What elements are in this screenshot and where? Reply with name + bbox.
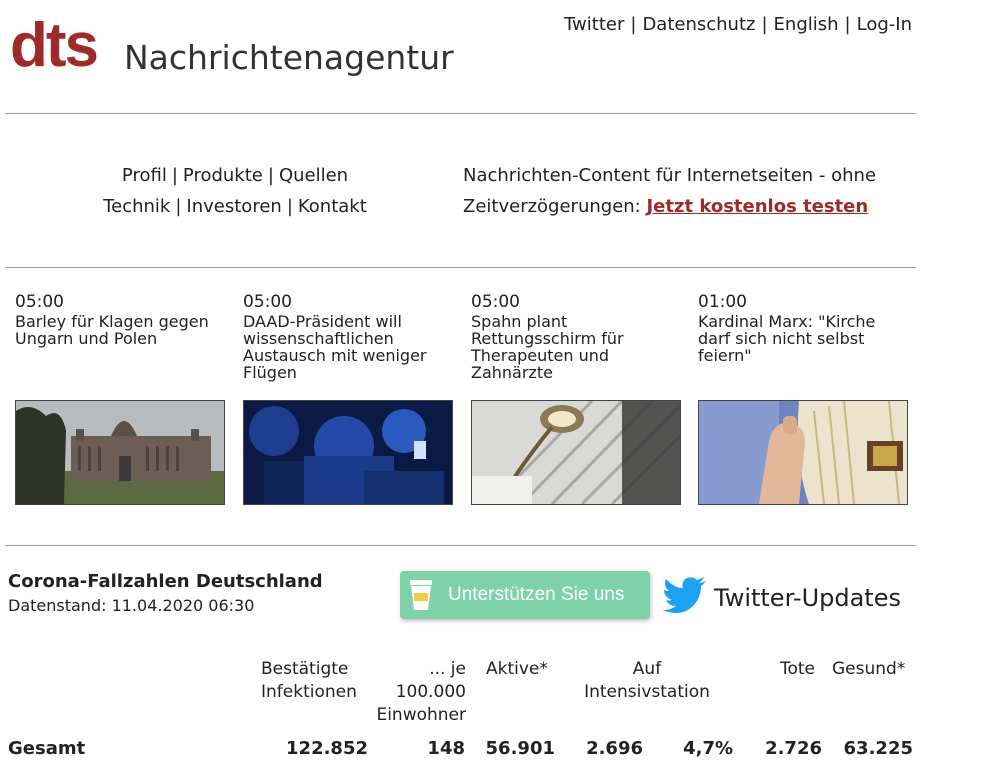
total-recovered: 63.225 xyxy=(843,738,913,759)
news-item[interactable]: 05:00 Barley für Klagen gegen Ungarn und… xyxy=(15,292,225,505)
nav-quellen[interactable]: Quellen xyxy=(279,165,348,186)
coffee-cup-icon xyxy=(408,578,434,618)
site-name: Nachrichtenagentur xyxy=(124,38,454,77)
total-active: 56.901 xyxy=(485,738,555,759)
header-line: Einwohner xyxy=(376,705,466,725)
corona-date: Datenstand: 11.04.2020 06:30 xyxy=(8,596,255,615)
promo-box: Nachrichten-Content für Internetseiten -… xyxy=(463,160,913,222)
col-icu-header: Auf Intensivstation xyxy=(577,658,717,704)
col-recovered-header: Gesund* xyxy=(832,659,906,679)
header-line: Intensivstation xyxy=(584,682,710,702)
support-us-button[interactable]: Unterstützen Sie uns xyxy=(400,571,650,619)
news-item[interactable]: 05:00 DAAD-Präsident will wissenschaftli… xyxy=(243,292,453,505)
nav-technik[interactable]: Technik xyxy=(103,196,170,217)
top-links: Twitter | Datenschutz | English | Log-In xyxy=(564,14,912,35)
twitter-link[interactable]: Twitter xyxy=(564,14,624,35)
header-line: Auf xyxy=(632,659,662,679)
nav-kontakt[interactable]: Kontakt xyxy=(298,196,367,217)
divider xyxy=(5,545,916,546)
header-line: ... je xyxy=(429,659,466,679)
nav-produkte[interactable]: Produkte xyxy=(183,165,263,186)
login-link[interactable]: Log-In xyxy=(857,14,912,35)
free-trial-link[interactable]: Jetzt kostenlos testen xyxy=(646,196,868,217)
news-image[interactable] xyxy=(243,400,453,505)
news-item[interactable]: 05:00 Spahn plant Rettungsschirm für The… xyxy=(471,292,681,505)
news-time: 01:00 xyxy=(698,292,747,312)
nav-investoren[interactable]: Investoren xyxy=(186,196,281,217)
news-time: 05:00 xyxy=(15,292,64,312)
corona-title: Corona-Fallzahlen Deutschland xyxy=(8,571,323,592)
news-image[interactable] xyxy=(15,400,225,505)
col-confirmed-header: Bestätigte Infektionen xyxy=(261,658,357,704)
twitter-bird-icon[interactable] xyxy=(662,577,707,617)
news-item[interactable]: 01:00 Kardinal Marx: "Kirche darf sich n… xyxy=(698,292,908,505)
col-active-header: Aktive* xyxy=(486,659,548,679)
english-link[interactable]: English xyxy=(774,14,839,35)
total-row-label: Gesamt xyxy=(8,738,86,759)
col-deaths-header: Tote xyxy=(780,659,816,679)
col-per100k-header: ... je 100.000 Einwohner xyxy=(374,658,466,727)
site-logo[interactable]: dts xyxy=(10,14,99,78)
support-us-label: Unterstützen Sie uns xyxy=(448,584,625,605)
privacy-link[interactable]: Datenschutz xyxy=(642,14,755,35)
header-line: Bestätigte xyxy=(261,659,349,679)
news-image[interactable] xyxy=(698,400,908,505)
news-title[interactable]: Kardinal Marx: "Kirche darf sich nicht s… xyxy=(698,313,908,401)
nav-profil[interactable]: Profil xyxy=(122,165,167,186)
news-title[interactable]: Barley für Klagen gegen Ungarn und Polen xyxy=(15,313,225,401)
news-time: 05:00 xyxy=(243,292,292,312)
news-title[interactable]: Spahn plant Rettungsschirm für Therapeut… xyxy=(471,313,681,401)
site-nav: Profil | Produkte | Quellen Technik | Investor… xyxy=(103,165,367,217)
divider xyxy=(5,113,916,114)
news-title[interactable]: DAAD-Präsident will wissenschaftlichen A… xyxy=(243,313,453,401)
twitter-updates-link[interactable]: Twitter-Updates xyxy=(714,584,901,612)
total-deaths: 2.726 xyxy=(765,738,822,759)
news-time: 05:00 xyxy=(471,292,520,312)
total-icu-percent: 4,7% xyxy=(683,738,733,759)
news-image[interactable] xyxy=(471,400,681,505)
header-line: Infektionen xyxy=(261,682,357,702)
total-confirmed: 122.852 xyxy=(286,738,368,759)
total-icu: 2.696 xyxy=(586,738,643,759)
total-per100k: 148 xyxy=(427,738,465,759)
header-line: 100.000 xyxy=(395,682,466,702)
divider xyxy=(5,267,916,268)
